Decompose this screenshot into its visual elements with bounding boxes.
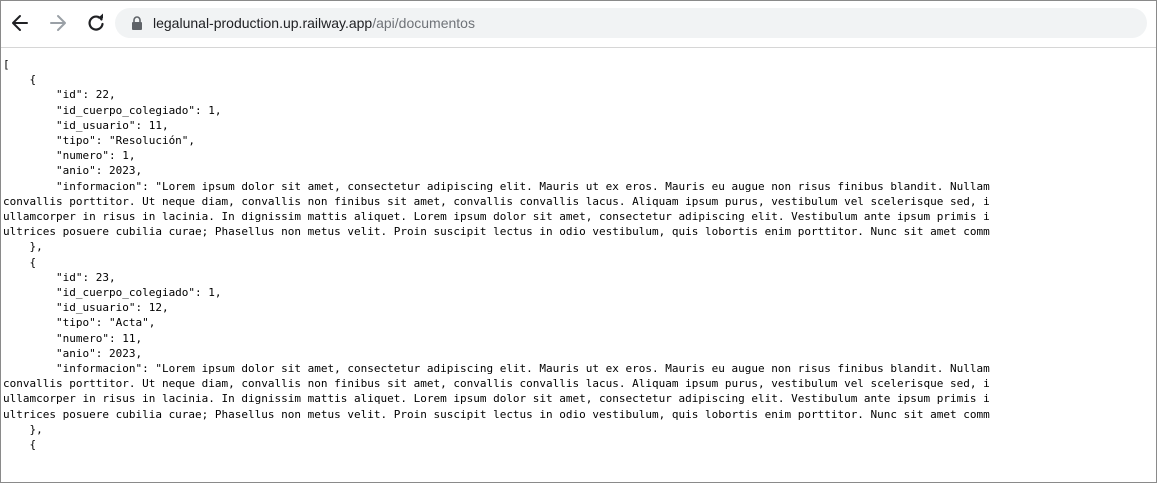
json-line: "informacion": "Lorem ipsum dolor sit am… xyxy=(3,179,990,193)
json-line: "anio": 2023, xyxy=(3,164,143,178)
json-line: "informacion": "Lorem ipsum dolor sit am… xyxy=(3,362,990,375)
json-line: ultrices posuere cubilia curae; Phasellu… xyxy=(3,225,990,239)
json-line: "anio": 2023, xyxy=(3,346,143,360)
url-path: /api/documentos xyxy=(372,15,475,31)
back-button[interactable] xyxy=(7,10,33,36)
json-line: "id_cuerpo_colegiado": 1, xyxy=(3,103,222,117)
json-response-body: [ { "id": 22, "id_cuerpo_colegiado": 1, … xyxy=(1,48,1156,482)
json-line: "numero": 11, xyxy=(3,331,143,345)
json-line: { xyxy=(3,255,37,269)
json-line: "numero": 1, xyxy=(3,149,136,163)
arrow-left-icon xyxy=(12,15,28,31)
json-line: ullamcorper in risus in lacinia. In dign… xyxy=(3,210,990,223)
forward-button[interactable] xyxy=(45,10,71,36)
json-line: "id_cuerpo_colegiado": 1, xyxy=(3,286,222,299)
json-line: { xyxy=(3,73,37,87)
json-line: }, xyxy=(3,240,43,254)
lock-icon[interactable] xyxy=(131,16,143,30)
browser-window: legalunal-production.up.railway.app/api/… xyxy=(0,0,1157,483)
reload-icon xyxy=(88,13,104,31)
json-line: ultrices posuere cubilia curae; Phasellu… xyxy=(3,407,990,421)
address-bar[interactable]: legalunal-production.up.railway.app/api/… xyxy=(115,8,1147,38)
json-line: { xyxy=(3,438,37,451)
arrow-right-icon xyxy=(50,15,66,31)
json-line: [ xyxy=(3,58,10,71)
json-line: ullamcorper in risus in lacinia. In dign… xyxy=(3,392,990,406)
json-line: "id_usuario": 12, xyxy=(3,301,169,315)
json-line: convallis porttitor. Ut neque diam, conv… xyxy=(3,377,990,391)
json-line: "tipo": "Acta", xyxy=(3,316,156,330)
browser-toolbar: legalunal-production.up.railway.app/api/… xyxy=(1,1,1156,48)
url-host: legalunal-production.up.railway.app xyxy=(153,15,373,31)
url-text[interactable]: legalunal-production.up.railway.app/api/… xyxy=(153,14,475,32)
json-line: convallis porttitor. Ut neque diam, conv… xyxy=(3,194,990,208)
json-line: "id_usuario": 11, xyxy=(3,118,169,132)
json-line: "tipo": "Resolución", xyxy=(3,134,196,147)
json-line: "id": 23, xyxy=(3,270,116,284)
json-line: "id": 22, xyxy=(3,88,116,102)
reload-button[interactable] xyxy=(83,10,109,36)
json-line: }, xyxy=(3,422,43,436)
